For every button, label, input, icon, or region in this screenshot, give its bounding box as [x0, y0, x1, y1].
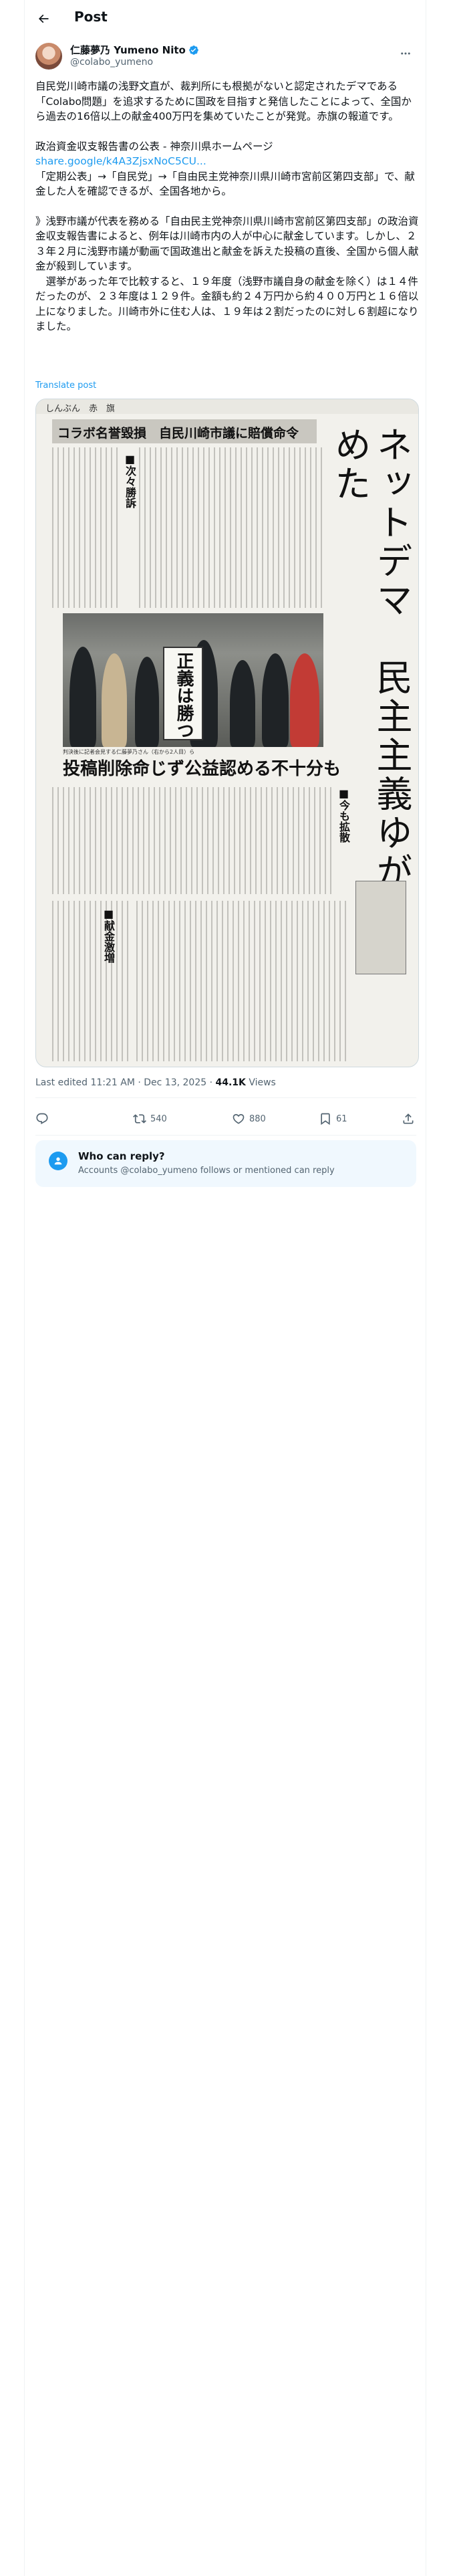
author-name-line[interactable]: 仁藤夢乃 Yumeno Nito: [70, 43, 199, 57]
verified-badge-icon: [189, 45, 198, 55]
people-icon: [49, 1152, 67, 1170]
like-button[interactable]: 880: [232, 1104, 266, 1134]
newspaper-subheading: ■献金激増: [102, 907, 115, 963]
newspaper-subheading: ■次々勝訴: [124, 453, 136, 508]
author-handle[interactable]: @colabo_yumeno: [70, 57, 153, 68]
newspaper-text-columns: [52, 787, 333, 894]
post-paragraph: 自民党川崎市議の浅野文直が、裁判所にも根拠がないと認定されたデマである「Cola…: [35, 80, 412, 122]
repost-button[interactable]: 540: [133, 1104, 167, 1134]
arrow-left-icon: [38, 14, 49, 23]
post-text: 自民党川崎市議の浅野文直が、裁判所にも根拠がないと認定されたデマである「Cola…: [35, 79, 420, 334]
page-title: Post: [74, 9, 108, 25]
post-paragraph: 政治資金収支報告書の公表 - 神奈川県ホームページ: [35, 140, 273, 152]
avatar[interactable]: [35, 43, 62, 70]
back-button[interactable]: [33, 8, 54, 29]
repost-count: 540: [150, 1113, 167, 1124]
top-bar: Post: [25, 0, 427, 37]
newspaper-inset-photo: [355, 881, 406, 974]
newspaper-text-columns: [139, 447, 326, 608]
sign-text: 正義は勝つ: [174, 652, 194, 739]
post-timestamp[interactable]: Last edited 11:21 AM · Dec 13, 2025 ·: [35, 1077, 215, 1088]
post-paragraph: 選挙があった年で比較すると、１９年度（浅野市議自身の献金を除く）は１４件だったの…: [35, 275, 419, 333]
divider: [35, 1135, 416, 1136]
reply-restriction-notice: Who can reply? Accounts @colabo_yumeno f…: [35, 1140, 416, 1187]
newspaper-top-headline: コラボ名誉毀損 自民川崎市議に賠償命令: [52, 419, 317, 443]
bookmark-count: 61: [336, 1113, 347, 1124]
translate-post-link[interactable]: Translate post: [35, 381, 96, 391]
more-horizontal-icon: [401, 52, 410, 55]
bookmark-button[interactable]: 61: [319, 1104, 347, 1134]
views-label: Views: [245, 1077, 276, 1088]
newspaper-text-columns: [136, 901, 350, 1061]
reply-restriction-subtitle: Accounts @colabo_yumeno follows or menti…: [78, 1166, 335, 1176]
like-count: 880: [249, 1113, 266, 1124]
views-count: 44.1K: [215, 1077, 246, 1088]
more-options-button[interactable]: [395, 43, 416, 64]
newspaper-text-columns: [52, 901, 132, 1061]
reply-icon: [36, 1113, 48, 1125]
action-bar: 540 880 61: [35, 1104, 416, 1134]
newspaper-masthead: しんぶん 赤 旗: [36, 399, 418, 414]
newspaper-subheading: ■今も拡散: [337, 787, 350, 843]
heart-icon: [233, 1113, 245, 1124]
newspaper-text-columns: [52, 447, 119, 608]
post-paragraph: 》浅野市議が代表を務める「自由民主党神奈川県川崎市宮前区第四支部」の政治資金収支…: [35, 215, 419, 273]
bookmark-icon: [321, 1113, 330, 1125]
reply-button[interactable]: [35, 1104, 49, 1134]
post-image[interactable]: しんぶん 赤 旗 コラボ名誉毀損 自民川崎市議に賠償命令 ネットデマ 民主主義ゆ…: [35, 399, 419, 1067]
share-button[interactable]: [402, 1104, 415, 1134]
post-link[interactable]: share.google/k4A3ZjsxNoC5CU...: [35, 154, 420, 169]
post-paragraph: 「定期公表」→「自民党」→「自由民主党神奈川県川崎市宮前区第四支部」で、献金した…: [35, 170, 415, 198]
repost-icon: [133, 1114, 146, 1123]
share-icon: [403, 1113, 414, 1124]
divider: [35, 1097, 416, 1098]
post-author: 仁藤夢乃 Yumeno Nito @colabo_yumeno: [35, 41, 416, 71]
author-name[interactable]: 仁藤夢乃 Yumeno Nito: [70, 43, 186, 57]
newspaper-mid-headline: 投稿削除命じず公益認める不十分も: [63, 759, 341, 779]
main-column: Post 仁藤夢乃 Yumeno Nito @colabo_yumeno 自民党…: [24, 0, 426, 2576]
post-meta: Last edited 11:21 AM · Dec 13, 2025 · 44…: [35, 1077, 276, 1088]
newspaper-photo: 正義は勝つ: [63, 613, 323, 747]
reply-restriction-title: Who can reply?: [78, 1150, 165, 1162]
